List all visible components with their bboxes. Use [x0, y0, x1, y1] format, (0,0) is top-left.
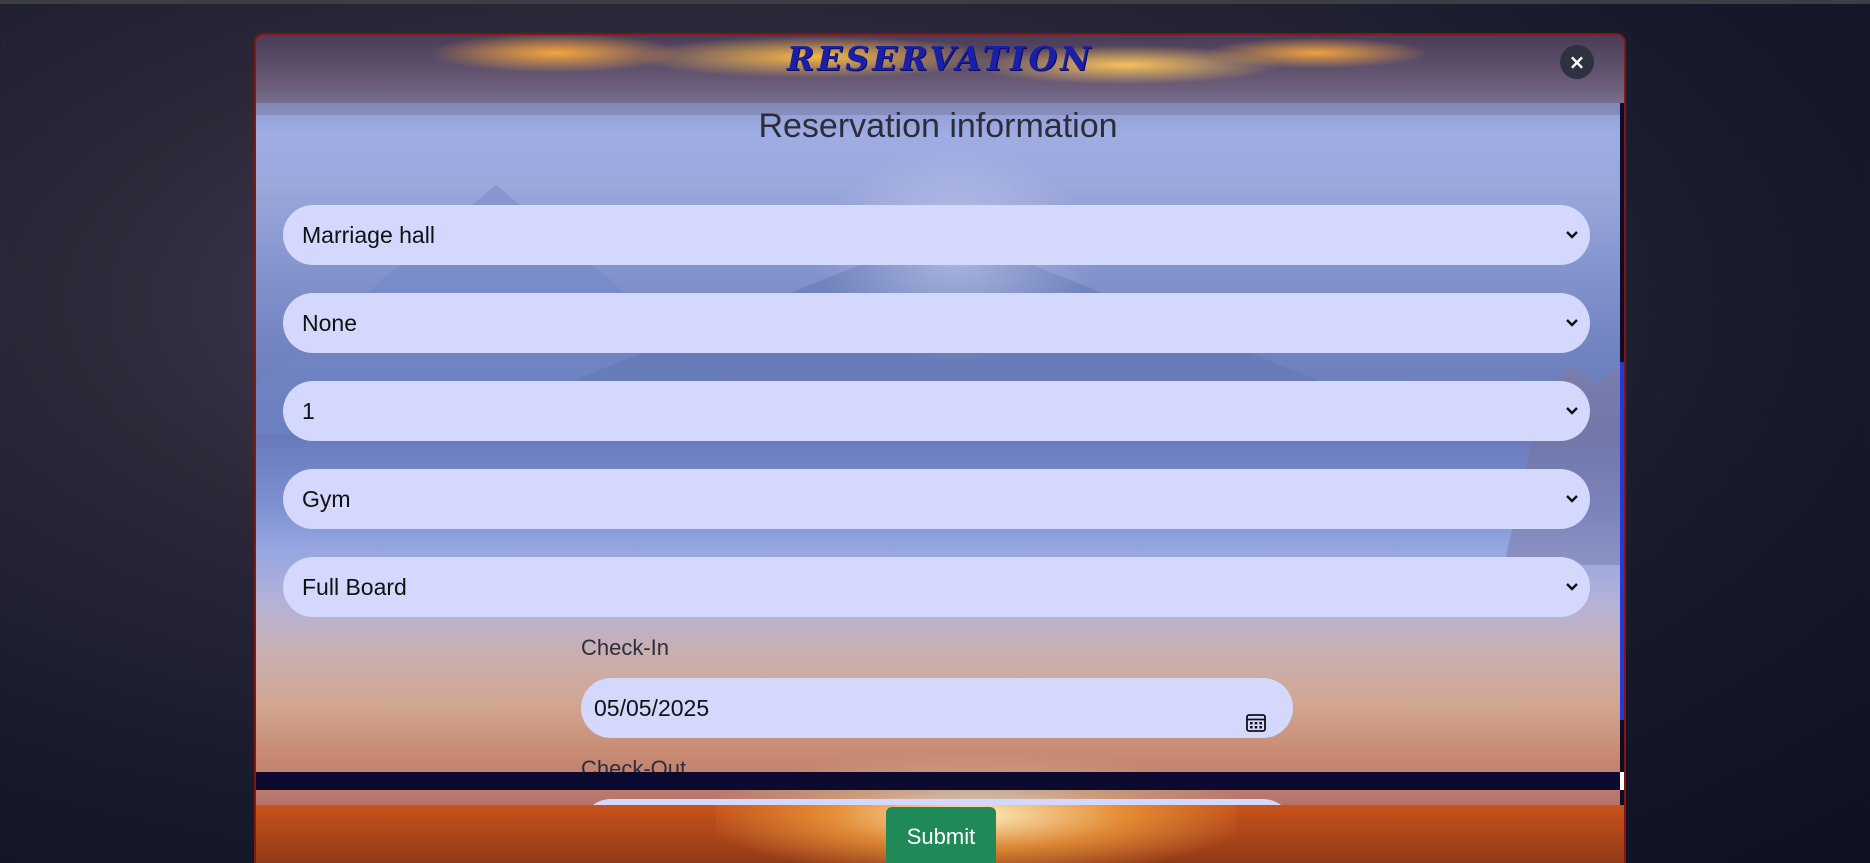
section-title: Reservation information [758, 107, 1118, 145]
close-button[interactable]: × [1560, 45, 1594, 79]
calendar-icon[interactable] [1245, 696, 1267, 732]
scrollbar-corner [1620, 772, 1624, 790]
check-in-date-input[interactable]: 05/05/2025 [581, 678, 1293, 738]
venue-select-value: Marriage hall [302, 222, 435, 248]
chevron-down-icon [1564, 205, 1580, 265]
close-icon: × [1568, 50, 1586, 74]
reservation-modal: RESERVATION × Reservation information Ma… [254, 33, 1626, 863]
modal-body-bottom-band [256, 772, 1624, 790]
check-in-label: Check-In [581, 635, 670, 660]
submit-button[interactable]: Submit [886, 807, 996, 863]
quantity-select[interactable]: 1 [283, 381, 1590, 441]
board-select[interactable]: Full Board [283, 557, 1590, 617]
browser-top-strip [0, 0, 1870, 4]
facility-select[interactable]: Gym [283, 469, 1590, 529]
extra-service-select-value: None [302, 310, 357, 336]
chevron-down-icon [1564, 381, 1580, 441]
modal-title: RESERVATION [786, 39, 1094, 78]
modal-header: RESERVATION × [256, 35, 1624, 103]
modal-body-scroll-area[interactable]: Reservation information Marriage hall No… [256, 103, 1624, 805]
quantity-select-value: 1 [302, 398, 315, 424]
facility-select-value: Gym [302, 486, 351, 512]
chevron-down-icon [1564, 557, 1580, 617]
venue-select[interactable]: Marriage hall [283, 205, 1590, 265]
board-select-value: Full Board [302, 574, 407, 600]
check-out-date-input[interactable] [581, 799, 1293, 805]
check-in-date-value: 05/05/2025 [594, 695, 710, 721]
extra-service-select[interactable]: None [283, 293, 1590, 353]
chevron-down-icon [1564, 293, 1580, 353]
chevron-down-icon [1564, 469, 1580, 529]
scrollbar-thumb[interactable] [1620, 362, 1624, 720]
